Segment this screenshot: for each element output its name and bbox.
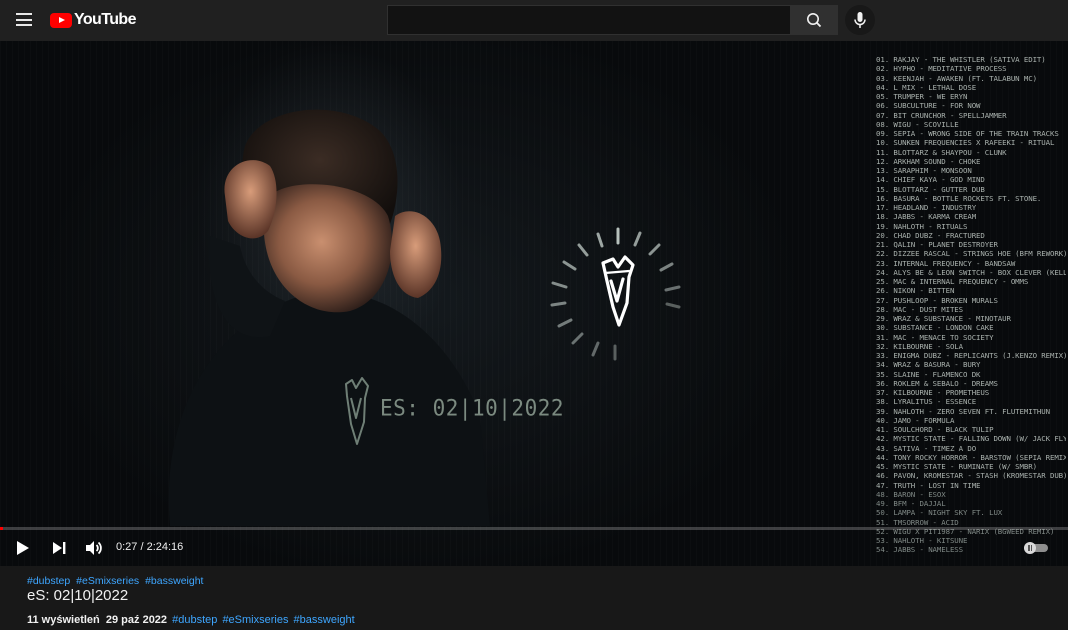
tracklist-item: 50. Lampa - Night Sky ft. Lux — [876, 508, 1003, 518]
time-display: 0:27 / 2:24:16 — [116, 541, 184, 553]
autoplay-pause-icon — [1024, 542, 1036, 554]
tracklist-item: 35. Slaine - Flamenco DK — [876, 369, 981, 379]
tracklist-item: 40. Jamo - Formula — [876, 415, 955, 425]
tracklist-item: 48. Baron - Esox — [876, 489, 946, 499]
tracklist-item: 19. Nahloth - Rituals — [876, 221, 968, 231]
search-button[interactable] — [790, 5, 838, 35]
tracklist-item: 32. Kilbourne - Sola — [876, 341, 963, 351]
hashtags-top: #dubstep #eSmixseries #bassweight — [27, 575, 206, 587]
tracklist-item: 45. Mystic State - Ruminate (w/ SMBR) — [876, 462, 1037, 471]
tracklist-item: 28. Mac - Dust Mites — [876, 304, 963, 314]
tracklist-item: 05. Trumper - We Eryn — [876, 92, 968, 101]
logo-text: YouTube — [74, 11, 136, 28]
play-button[interactable] — [10, 536, 34, 560]
tracklist-item: 10. Sunken Frequencies X Rafeeki - Ritua… — [876, 138, 1055, 148]
tracklist-item: 38. Lyralitus - Essence — [876, 397, 977, 407]
tracklist-item: 26. Nikon - Bitten — [876, 286, 955, 296]
tracklist-item: 22. Dizzee Rascal - Strings Hoe (BFM Rew… — [876, 249, 1066, 259]
hashtag-link[interactable]: #dubstep — [172, 614, 217, 626]
autoplay-toggle[interactable] — [1024, 542, 1050, 554]
view-count: 11 wyświetleń — [27, 614, 100, 626]
tracklist-item: 46. Pavon, Kromestar - Stash (Kromestar … — [876, 471, 1066, 481]
hashtag-link[interactable]: #eSmixseries — [76, 575, 139, 587]
tracklist-item: 42. Mystic State - Falling Down (w/ Jack… — [876, 434, 1066, 444]
hashtag-link[interactable]: #eSmixseries — [222, 614, 288, 626]
next-button[interactable] — [47, 536, 71, 560]
tracklist-item: 37. Kilbourne - Prometheus — [876, 388, 990, 397]
progress-bar[interactable] — [0, 527, 1068, 530]
tracklist-item: 41. Soulchord - Black Tulip — [876, 425, 994, 434]
tracklist-item: 17. Headland - Industry — [876, 203, 977, 212]
tracklist-item: 47. Truth - Lost In Time — [876, 480, 981, 490]
tracklist-item: 09. Sepia - Wrong Side Of The Train Trac… — [876, 129, 1059, 138]
tracklist-item: 04. L MIX - Lethal Dose — [876, 82, 977, 92]
tracklist-item: 49. BFM - Dajjal — [876, 499, 946, 508]
menu-icon[interactable] — [16, 13, 32, 26]
tracklist-item: 30. Substance - London Cake — [876, 323, 994, 333]
tracklist-item: 11. Blottarz & Shaypou - Clunk — [876, 147, 1007, 157]
tracklist-item: 25. Mac & Internal Frequency - Omms — [876, 277, 1029, 286]
tracklist-item: 21. Qalin - Planet Destroyer — [876, 240, 998, 249]
voice-search-button[interactable] — [845, 5, 875, 35]
youtube-logo[interactable]: YouTube — [50, 10, 136, 30]
tracklist-item: 12. Arkham Sound - Choke — [876, 156, 981, 166]
tracklist-item: 23. Internal Frequency - Bandsaw — [876, 258, 1016, 268]
hashtag-link[interactable]: #bassweight — [145, 575, 203, 587]
tracklist-item: 15. Blottarz - Gutter Dub — [876, 184, 985, 194]
person-silhouette-image — [168, 109, 490, 526]
tracklist-item: 01. Rakjay - The Whistler (Sativa Edit) — [876, 55, 1046, 64]
tracklist-item: 06. Subculture - For Now — [876, 101, 981, 111]
tracklist-item: 24. Alys Be & Leon Switch - Box Clever (… — [876, 267, 1066, 277]
tracklist: 01. Rakjay - The Whistler (Sativa Edit) 0… — [876, 55, 1066, 555]
video-meta: 11 wyświetleń 29 paź 2022 #dubstep #eSmi… — [27, 614, 355, 626]
tracklist-item: 27. Pushloop - Broken Murals — [876, 295, 998, 305]
next-icon — [53, 542, 66, 554]
overlay-logo-icon — [345, 377, 369, 445]
video-title: eS: 02|10|2022 — [27, 587, 129, 604]
hashtag-link[interactable]: #dubstep — [27, 575, 70, 587]
tracklist-item: 36. Roklem & Sebalo - Dreams — [876, 378, 998, 388]
tracklist-item: 51. TMSorrow - Acid — [876, 517, 959, 527]
mic-icon — [854, 12, 866, 28]
volume-button[interactable] — [82, 536, 106, 560]
progress-bar-fill — [0, 527, 4, 530]
tracklist-item: 02. Hypho - Meditative Process — [876, 64, 1007, 74]
hashtags-meta: #dubstep #eSmixseries #bassweight — [170, 614, 355, 626]
tracklist-item: 14. Chief Kaya - God Mind — [876, 175, 985, 185]
upload-date: 29 paź 2022 — [105, 614, 168, 626]
tracklist-item: 08. Wigu - Scoville — [876, 119, 959, 129]
tracklist-item: 20. Chad Dubz - Fractured — [876, 230, 985, 240]
tracklist-item: 39. Nahloth - Zero Seven ft. Flutemithun — [876, 406, 1050, 416]
tracklist-item: 44. Tony Rocky Horror - Barstow (Sepia R… — [876, 452, 1066, 462]
tracklist-item: 07. Bit Crunchor - Spelljammer — [876, 110, 1007, 120]
tracklist-item: 33. Enigma Dubz - Replicants (J.Kenzo Re… — [876, 351, 1066, 360]
youtube-logo-icon — [50, 12, 72, 28]
search-input[interactable] — [387, 5, 790, 35]
tracklist-item: 18. Jabbs - Karma Cream — [876, 212, 977, 222]
tracklist-item: 34. Wraz & Basura - Bury — [876, 360, 981, 370]
play-icon — [17, 541, 29, 555]
channel-emblem-icon — [550, 227, 681, 361]
hashtag-link[interactable]: #bassweight — [294, 614, 355, 626]
tracklist-item: 16. Basura - Bottle Rockets ft. Stone. — [876, 193, 1042, 203]
masthead: YouTube — [0, 0, 1068, 41]
tracklist-item: 13. Saraphim - Monsoon — [876, 166, 972, 175]
overlay-date-text: ES: 02|10|2022 — [380, 395, 565, 421]
search-icon — [806, 13, 822, 28]
video-player[interactable]: ES: 02|10|2022 01. Rakjay - The Whistler… — [0, 41, 1068, 566]
tracklist-item: 29. Wraz & Substance - Minotaur — [876, 314, 1011, 323]
tracklist-item: 43. Sativa - Timez A Do — [876, 443, 977, 453]
volume-icon — [86, 541, 102, 555]
tracklist-item: 31. Mac - Menace To Society — [876, 332, 994, 342]
tracklist-item: 03. Keenjah - Awaken (ft. Talabun MC) — [876, 73, 1037, 83]
